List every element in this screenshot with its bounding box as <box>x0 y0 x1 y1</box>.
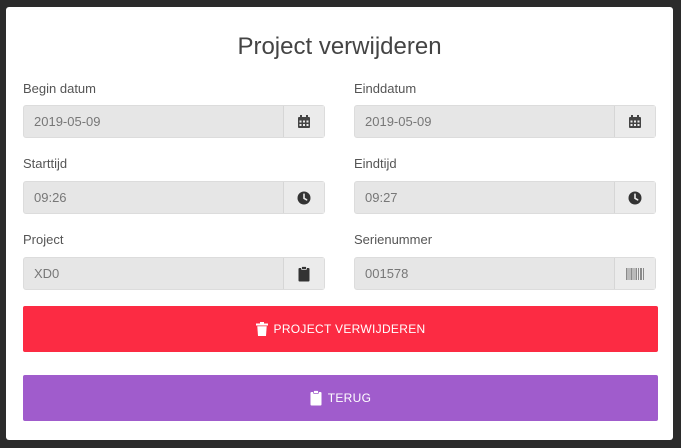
serienummer-field[interactable]: 001578 <box>354 257 656 290</box>
trash-icon <box>255 322 268 336</box>
eindtijd-field[interactable]: 09:27 <box>354 181 656 214</box>
clock-icon[interactable] <box>283 182 324 213</box>
eindtijd-label: Eindtijd <box>354 156 397 171</box>
project-label: Project <box>23 232 64 247</box>
dialog-title: Project verwijderen <box>237 33 442 60</box>
einddatum-field[interactable]: 2019-05-09 <box>354 105 656 138</box>
serienummer-label: Serienummer <box>354 232 433 247</box>
eindtijd-value: 09:27 <box>365 190 398 205</box>
project-field[interactable]: XD0 <box>23 257 325 290</box>
clock-icon[interactable] <box>614 182 655 213</box>
calendar-icon[interactable] <box>614 106 655 137</box>
calendar-icon[interactable] <box>283 106 324 137</box>
delete-project-button[interactable]: PROJECT VERWIJDEREN <box>23 306 658 352</box>
project-value: XD0 <box>34 266 60 281</box>
begin-datum-value: 2019-05-09 <box>34 114 101 129</box>
back-button[interactable]: TERUG <box>23 375 658 421</box>
einddatum-label: Einddatum <box>354 81 417 96</box>
starttijd-label: Starttijd <box>23 156 68 171</box>
starttijd-field[interactable]: 09:26 <box>23 181 325 214</box>
begin-datum-field[interactable]: 2019-05-09 <box>23 105 325 138</box>
starttijd-value: 09:26 <box>34 190 67 205</box>
delete-project-label: PROJECT VERWIJDEREN <box>273 322 426 336</box>
clipboard-icon[interactable] <box>283 258 324 289</box>
begin-datum-label: Begin datum <box>23 81 96 96</box>
einddatum-value: 2019-05-09 <box>365 114 432 129</box>
barcode-icon[interactable] <box>614 258 655 289</box>
serienummer-value: 001578 <box>365 266 409 281</box>
back-label: TERUG <box>327 391 372 405</box>
delete-project-dialog: Project verwijderen Begin datum 2019-05-… <box>6 7 673 440</box>
clipboard-icon <box>310 390 322 406</box>
